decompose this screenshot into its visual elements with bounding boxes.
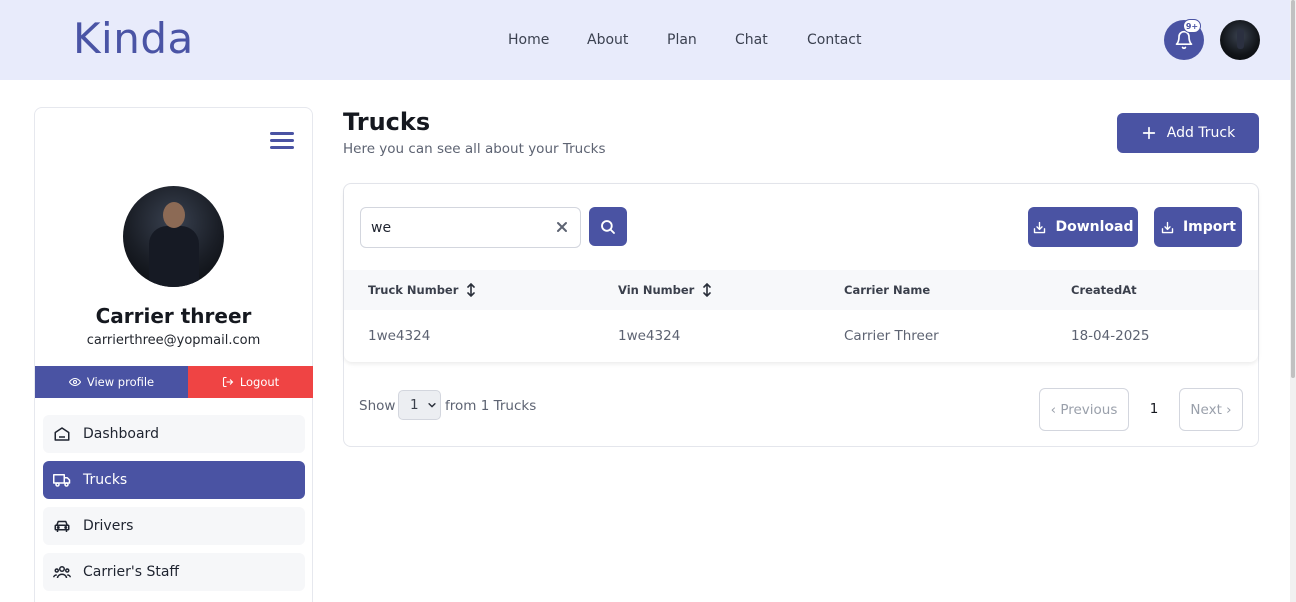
bell-icon (1175, 30, 1193, 50)
sidebar: Carrier threer carrierthree@yopmail.com … (34, 107, 313, 602)
previous-page-button[interactable]: ‹ Previous (1039, 388, 1129, 431)
cell-vin-number: 1we4324 (618, 328, 681, 344)
nav-plan[interactable]: Plan (667, 32, 697, 48)
add-truck-label: Add Truck (1166, 125, 1236, 141)
logout-icon (222, 376, 234, 388)
column-header-created-at: CreatedAt (1071, 283, 1137, 297)
sidebar-item-label: Trucks (83, 472, 128, 488)
sidebar-item-label: Carrier's Staff (83, 564, 180, 580)
top-header: Kinda Home About Plan Chat Contact (0, 0, 1290, 80)
page-size-select[interactable]: 1 (398, 390, 441, 420)
download-button[interactable]: Download (1028, 207, 1138, 247)
import-button[interactable]: Import (1154, 207, 1242, 247)
view-profile-button[interactable]: View profile (35, 366, 188, 398)
sort-icon (467, 283, 476, 297)
column-header-label: Carrier Name (844, 283, 931, 297)
page-number-1[interactable]: 1 (1145, 401, 1163, 417)
cell-created-at: 18-04-2025 (1071, 328, 1150, 344)
scrollbar-thumb[interactable] (1291, 0, 1295, 378)
sidebar-item-dashboard[interactable]: Dashboard (43, 415, 305, 453)
brand-logo[interactable]: Kinda (73, 14, 194, 63)
download-label: Download (1055, 219, 1134, 235)
search-input[interactable]: we (360, 207, 581, 248)
logout-button[interactable]: Logout (188, 366, 313, 398)
search-input-value: we (371, 220, 392, 236)
column-header-label: Vin Number (618, 283, 695, 297)
chevron-down-icon (427, 403, 436, 408)
search-icon (601, 219, 615, 234)
close-icon[interactable] (554, 219, 570, 235)
sidebar-item-carriers-staff[interactable]: Carrier's Staff (43, 553, 305, 591)
profile-email: carrierthree@yopmail.com (86, 333, 261, 348)
sort-icon (703, 283, 712, 297)
column-header-label: Truck Number (368, 283, 459, 297)
cell-carrier-name: Carrier Threer (844, 328, 939, 344)
column-header-truck-number[interactable]: Truck Number (368, 283, 476, 297)
search-button[interactable] (589, 207, 627, 246)
eye-icon (68, 377, 81, 387)
sidebar-item-trucks[interactable]: Trucks (43, 461, 305, 499)
column-header-label: CreatedAt (1071, 283, 1137, 297)
page-subtitle: Here you can see all about your Trucks (343, 141, 606, 157)
plus-icon (1142, 126, 1155, 140)
import-label: Import (1182, 219, 1237, 235)
column-header-carrier-name: Carrier Name (844, 283, 930, 297)
nav-contact[interactable]: Contact (807, 32, 861, 48)
column-header-vin-number[interactable]: Vin Number (618, 283, 712, 297)
sidebar-item-label: Drivers (83, 518, 134, 534)
profile-name: Carrier threer (95, 304, 252, 328)
users-icon (53, 563, 71, 581)
page-title: Trucks (343, 108, 431, 136)
sidebar-item-label: Dashboard (83, 426, 159, 442)
logout-label: Logout (239, 375, 280, 389)
view-profile-label: View profile (86, 375, 155, 389)
nav-home[interactable]: Home (508, 32, 549, 48)
truck-icon (53, 471, 71, 489)
car-icon (53, 517, 71, 535)
table-header: Truck Number Vin Number Carrier Name Cre… (344, 270, 1258, 310)
import-icon (1161, 221, 1174, 233)
nav-chat[interactable]: Chat (735, 32, 768, 48)
notification-badge: 9+ (1183, 19, 1201, 33)
nav-about[interactable]: About (587, 32, 628, 48)
add-truck-button[interactable]: Add Truck (1117, 113, 1259, 153)
home-icon (53, 425, 71, 443)
profile-avatar (123, 186, 224, 287)
page-size-value: 1 (410, 397, 419, 413)
menu-toggle-icon[interactable] (270, 132, 294, 150)
user-avatar[interactable] (1220, 20, 1260, 60)
sidebar-item-drivers[interactable]: Drivers (43, 507, 305, 545)
cell-truck-number: 1we4324 (368, 328, 431, 344)
next-page-button[interactable]: Next › (1179, 388, 1243, 431)
download-icon (1034, 221, 1046, 233)
total-count-label: from 1 Trucks (445, 398, 537, 414)
show-label: Show (359, 398, 396, 414)
